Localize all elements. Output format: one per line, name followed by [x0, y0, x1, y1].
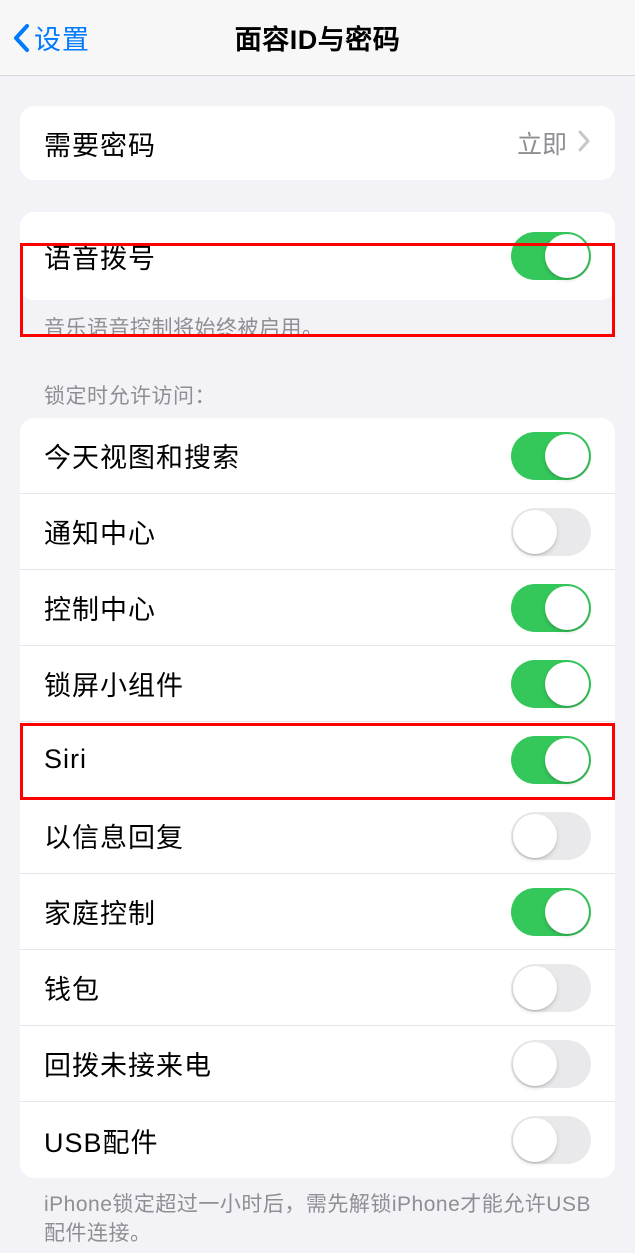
- toggle-knob: [545, 586, 589, 630]
- voice-dial-label: 语音拨号: [44, 237, 156, 276]
- lock-access-row: 以信息回复: [20, 798, 615, 874]
- lock-access-label: 钱包: [44, 968, 100, 1007]
- lock-access-group: 今天视图和搜索通知中心控制中心锁屏小组件 Siri 以信息回复家庭控制钱包回拨未接来…: [20, 418, 615, 1178]
- page-title: 面容ID与密码: [235, 18, 401, 57]
- require-passcode-label: 需要密码: [44, 124, 156, 163]
- lock-access-label: 回拨未接来电: [44, 1044, 212, 1083]
- lock-access-label: 以信息回复: [44, 816, 184, 855]
- lock-access-toggle[interactable]: [511, 660, 591, 708]
- lock-access-row: 锁屏小组件: [20, 646, 615, 722]
- voice-dial-footer: 音乐语音控制将始终被启用。: [20, 300, 615, 342]
- lock-access-row: 钱包: [20, 950, 615, 1026]
- require-passcode-group: 需要密码 立即: [20, 106, 615, 180]
- lock-access-toggle[interactable]: [511, 888, 591, 936]
- lock-access-label: USB配件: [44, 1121, 159, 1160]
- lock-access-toggle[interactable]: [511, 508, 591, 556]
- settings-header: 设置 面容ID与密码: [0, 0, 635, 76]
- toggle-knob: [513, 1042, 557, 1086]
- toggle-knob: [513, 1118, 557, 1162]
- row-right: 立即: [517, 125, 591, 161]
- lock-access-row: 控制中心: [20, 570, 615, 646]
- lock-access-label: 锁屏小组件: [44, 664, 184, 703]
- voice-dial-toggle[interactable]: [511, 232, 591, 280]
- lock-access-toggle[interactable]: [511, 736, 591, 784]
- lock-access-row: 家庭控制: [20, 874, 615, 950]
- toggle-knob: [545, 434, 589, 478]
- toggle-knob: [513, 966, 557, 1010]
- lock-access-label: Siri: [44, 744, 87, 775]
- lock-access-label: 控制中心: [44, 588, 156, 627]
- lock-access-row: USB配件: [20, 1102, 615, 1178]
- lock-access-label: 今天视图和搜索: [44, 436, 240, 475]
- lock-access-toggle[interactable]: [511, 1116, 591, 1164]
- lock-access-toggle[interactable]: [511, 812, 591, 860]
- back-label: 设置: [34, 18, 90, 57]
- lock-access-header: 锁定时允许访问：: [20, 380, 615, 418]
- toggle-knob: [545, 890, 589, 934]
- lock-access-row: Siri: [20, 722, 615, 798]
- toggle-knob: [545, 738, 589, 782]
- lock-access-toggle[interactable]: [511, 584, 591, 632]
- toggle-knob: [545, 234, 589, 278]
- toggle-knob: [513, 814, 557, 858]
- chevron-left-icon: [12, 23, 30, 53]
- lock-access-row: 通知中心: [20, 494, 615, 570]
- toggle-knob: [545, 662, 589, 706]
- lock-access-label: 通知中心: [44, 512, 156, 551]
- lock-access-toggle[interactable]: [511, 1040, 591, 1088]
- chevron-right-icon: [577, 130, 591, 157]
- voice-dial-row: 语音拨号: [20, 212, 615, 300]
- voice-dial-group: 语音拨号: [20, 212, 615, 300]
- require-passcode-row[interactable]: 需要密码 立即: [20, 106, 615, 180]
- lock-access-toggle[interactable]: [511, 964, 591, 1012]
- toggle-knob: [513, 510, 557, 554]
- back-button[interactable]: 设置: [0, 18, 90, 57]
- lock-access-row: 今天视图和搜索: [20, 418, 615, 494]
- require-passcode-value: 立即: [517, 125, 567, 161]
- lock-access-row: 回拨未接来电: [20, 1026, 615, 1102]
- lock-access-footer: iPhone锁定超过一小时后，需先解锁iPhone才能允许USB配件连接。: [20, 1178, 615, 1249]
- lock-access-label: 家庭控制: [44, 892, 156, 931]
- lock-access-toggle[interactable]: [511, 432, 591, 480]
